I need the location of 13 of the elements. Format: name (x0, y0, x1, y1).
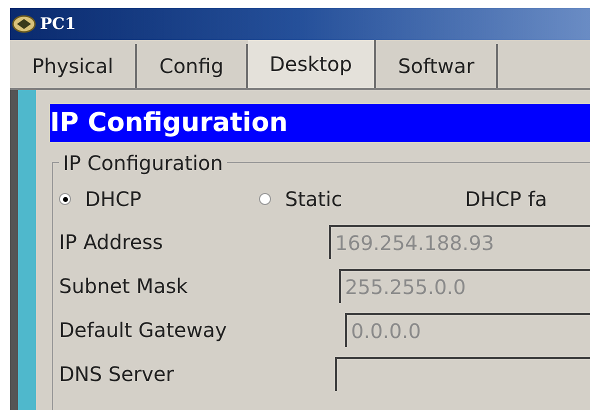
window-title: PC1 (40, 13, 76, 35)
field-label: Subnet Mask (59, 273, 189, 300)
radio-button[interactable] (59, 193, 71, 205)
field-label: Default Gateway (59, 317, 228, 344)
tab[interactable]: Desktop (248, 40, 376, 88)
radio-option[interactable]: DHCP (59, 184, 259, 214)
radio-button[interactable] (259, 193, 271, 205)
radio-option[interactable]: Static (259, 184, 465, 214)
section-header: IP Configuration (50, 104, 590, 142)
field-label: IP Address (59, 229, 164, 256)
field-label: DNS Server (59, 361, 175, 388)
app-icon (12, 15, 36, 33)
status-text: DHCP fa (465, 186, 548, 213)
